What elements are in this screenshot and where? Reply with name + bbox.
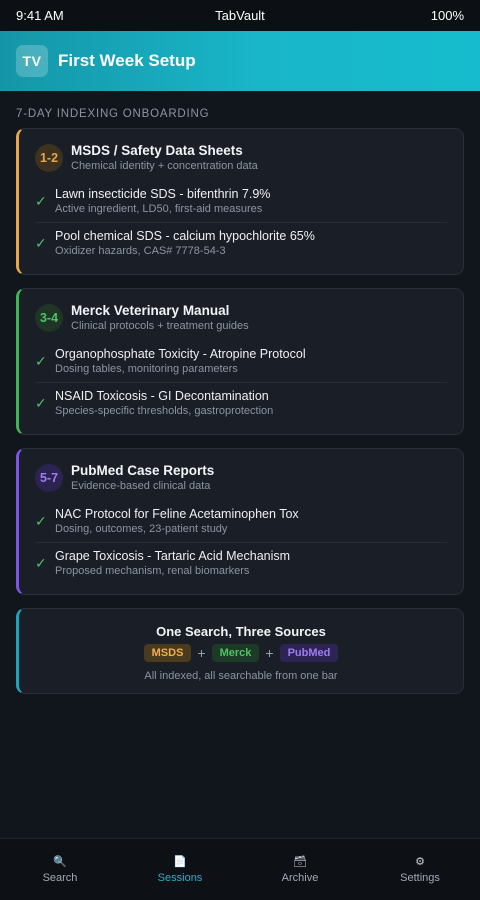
card-subtitle: Chemical identity + concentration data [71,160,258,172]
item-description: Proposed mechanism, renal biomarkers [55,564,250,577]
status-bar: 9:41 AM TabVault 100% [0,0,480,31]
plus-sign: + [265,645,274,661]
item-title: Organophosphate Toxicity - Atropine Prot… [55,347,306,361]
status-time: 9:41 AM [16,8,64,23]
card-header: 5-7 PubMed Case Reports Evidence-based c… [35,463,447,493]
summary-card: One Search, Three Sources MSDS + Merck +… [16,608,464,694]
status-battery: 100% [430,8,464,23]
card-title: Merck Veterinary Manual [71,303,230,318]
day-badge: 3-4 [35,304,63,332]
card-header: 1-2 MSDS / Safety Data Sheets Chemical i… [35,143,447,173]
tab-archive[interactable]: 🗃 Archive [240,839,360,900]
msds-pill: MSDS [143,644,192,662]
gear-icon: ⚙ [415,856,425,868]
card-title: MSDS / Safety Data Sheets [71,143,243,158]
list-item[interactable]: ✓ NSAID Toxicosis - GI Decontamination S… [35,382,447,423]
page-title: First Week Setup [58,51,196,70]
item-title: NSAID Toxicosis - GI Decontamination [55,388,269,403]
card-msds[interactable]: 1-2 MSDS / Safety Data Sheets Chemical i… [16,128,464,275]
list-item[interactable]: ✓ Organophosphate Toxicity - Atropine Pr… [35,341,447,382]
check-icon: ✓ [35,353,47,369]
merck-pill: Merck [211,644,260,662]
card-title: PubMed Case Reports [71,463,215,478]
plus-sign: + [197,645,206,661]
day-badge: 5-7 [35,464,63,492]
archive-icon: 🗃 [293,856,307,868]
check-icon: ✓ [35,394,47,411]
app-logo: TV [16,45,48,77]
card-pubmed[interactable]: 5-7 PubMed Case Reports Evidence-based c… [16,448,464,595]
summary-title: One Search, Three Sources [156,624,326,639]
item-description: Dosing, outcomes, 23-patient study [55,523,228,535]
pubmed-pill: PubMed [279,644,339,662]
status-app-name: TabVault [215,8,265,23]
document-icon: 📄 [173,856,187,868]
check-icon: ✓ [35,234,47,251]
tab-settings[interactable]: ⚙ Settings [360,839,480,900]
search-icon: 🔍 [53,856,67,868]
check-icon: ✓ [35,513,47,529]
item-description: Active ingredient, LD50, first-aid measu… [55,203,263,215]
list-item[interactable]: ✓ Pool chemical SDS - calcium hypochlori… [35,222,447,263]
item-title: Pool chemical SDS - calcium hypochlorite… [55,228,315,243]
source-pills: MSDS + Merck + PubMed [19,644,463,662]
tab-sessions[interactable]: 📄 Sessions [120,839,240,900]
item-title: NAC Protocol for Feline Acetaminophen To… [55,507,299,521]
item-description: Oxidizer hazards, CAS# 7778-54-3 [55,244,226,257]
list-item[interactable]: ✓ Lawn insecticide SDS - bifenthrin 7.9%… [35,181,447,222]
card-merck[interactable]: 3-4 Merck Veterinary Manual Clinical pro… [16,288,464,435]
item-description: Dosing tables, monitoring parameters [55,363,238,375]
card-subtitle: Evidence-based clinical data [71,480,211,492]
tab-label: Archive [281,872,319,884]
summary-note: All indexed, all searchable from one bar [144,670,338,682]
app-header: TV First Week Setup [0,31,480,91]
tab-label: Sessions [157,872,203,884]
item-title: Lawn insecticide SDS - bifenthrin 7.9% [55,187,271,201]
tab-search[interactable]: 🔍 Search [0,839,120,900]
item-title: Grape Toxicosis - Tartaric Acid Mechanis… [55,548,291,563]
item-description: Species-specific thresholds, gastroprote… [55,404,274,417]
card-header: 3-4 Merck Veterinary Manual Clinical pro… [35,303,447,333]
tab-label: Search [42,872,78,884]
check-icon: ✓ [35,554,47,571]
card-subtitle: Clinical protocols + treatment guides [71,320,249,332]
day-badge: 1-2 [35,144,63,172]
check-icon: ✓ [35,193,47,209]
section-label: 7-DAY INDEXING ONBOARDING [16,108,210,120]
bottom-tab-bar: 🔍 Search 📄 Sessions 🗃 Archive ⚙ Settings [0,838,480,900]
list-item[interactable]: ✓ NAC Protocol for Feline Acetaminophen … [35,501,447,542]
list-item[interactable]: ✓ Grape Toxicosis - Tartaric Acid Mechan… [35,542,447,583]
tab-label: Settings [400,872,440,884]
